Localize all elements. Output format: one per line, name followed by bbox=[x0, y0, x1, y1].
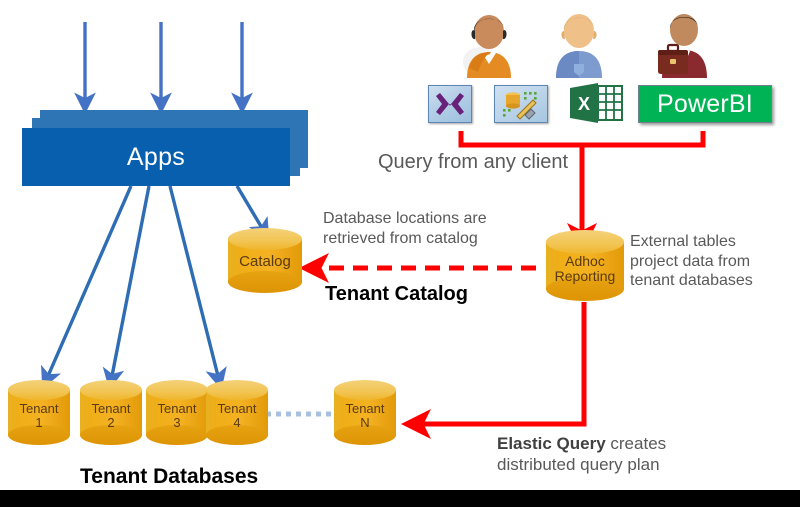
tenant-database-3[interactable]: Tenant 3 bbox=[146, 380, 208, 446]
note-elastic-query: Elastic Query creates distributed query … bbox=[497, 434, 666, 475]
note-external-tables-line1: External tables bbox=[630, 233, 736, 250]
note-elastic-query-bold: Elastic Query bbox=[497, 434, 606, 453]
tenant-4-id: 4 bbox=[233, 415, 241, 431]
excel-icon[interactable]: X bbox=[568, 82, 624, 129]
adhoc-label-line2: Reporting bbox=[554, 268, 616, 285]
note-database-locations-line1: Database locations are bbox=[323, 210, 487, 227]
tenant-1-name: Tenant bbox=[19, 401, 59, 416]
visual-studio-icon[interactable] bbox=[428, 85, 472, 123]
sql-server-management-studio-icon[interactable] bbox=[494, 85, 548, 123]
apps-component[interactable]: Apps bbox=[22, 110, 312, 190]
user-avatar-orange bbox=[463, 15, 511, 78]
note-external-tables-line3: tenant databases bbox=[630, 272, 753, 290]
note-query-from-any-client: Query from any client bbox=[378, 151, 569, 173]
tenant-database-4[interactable]: Tenant 4 bbox=[206, 380, 268, 446]
tenant-database-n[interactable]: Tenant N bbox=[334, 380, 396, 446]
powerbi-badge[interactable]: PowerBI bbox=[638, 85, 772, 123]
svg-text:X: X bbox=[578, 94, 590, 114]
tenant-3-name: Tenant bbox=[157, 401, 197, 416]
user-avatar-businessman bbox=[658, 14, 707, 78]
adhoc-label-line1: Adhoc bbox=[565, 253, 605, 269]
note-external-tables: External tables project data from tenant… bbox=[630, 232, 753, 291]
note-database-locations-line2: retrieved from catalog bbox=[323, 229, 478, 247]
tenant-2-name: Tenant bbox=[91, 401, 131, 416]
apps-card-front: Apps bbox=[22, 128, 290, 186]
note-external-tables-line2: project data from bbox=[630, 252, 751, 270]
tenant-databases-caption: Tenant Databases bbox=[80, 465, 259, 488]
apps-inbound-arrows bbox=[74, 22, 253, 115]
apps-to-tenants-arrows bbox=[41, 185, 227, 391]
adhoc-to-tenantn-red-path bbox=[401, 302, 587, 439]
tenant-4-name: Tenant bbox=[217, 401, 257, 416]
tenant-n-id: N bbox=[360, 415, 370, 431]
tenant-n-name: Tenant bbox=[345, 401, 385, 416]
tenant-database-1[interactable]: Tenant 1 bbox=[8, 380, 70, 446]
note-elastic-query-line1: Elastic Query creates bbox=[497, 434, 666, 455]
note-database-locations: Database locations are retrieved from ca… bbox=[323, 209, 487, 248]
catalog-database[interactable]: Catalog bbox=[228, 228, 302, 293]
adhoc-reporting-database[interactable]: Adhoc Reporting bbox=[546, 230, 624, 302]
diagram-canvas: Apps Catalog Tenant Catalog Adhoc Report… bbox=[0, 0, 800, 507]
user-avatar-blue bbox=[556, 14, 602, 78]
tenant-3-id: 3 bbox=[173, 415, 181, 431]
powerbi-label: PowerBI bbox=[657, 89, 753, 118]
tenant-1-id: 1 bbox=[35, 415, 43, 431]
note-elastic-query-rest: creates bbox=[605, 434, 667, 453]
client-to-adhoc-red-path bbox=[458, 131, 706, 253]
bottom-black-band bbox=[0, 490, 800, 507]
apps-label: Apps bbox=[126, 142, 186, 171]
note-elastic-query-line2: distributed query plan bbox=[497, 454, 660, 474]
tenant-catalog-caption: Tenant Catalog bbox=[325, 283, 468, 305]
apps-to-catalog-arrow bbox=[235, 185, 270, 241]
tenant-database-2[interactable]: Tenant 2 bbox=[80, 380, 142, 446]
catalog-label: Catalog bbox=[239, 253, 291, 270]
tenant-2-id: 2 bbox=[107, 415, 115, 431]
